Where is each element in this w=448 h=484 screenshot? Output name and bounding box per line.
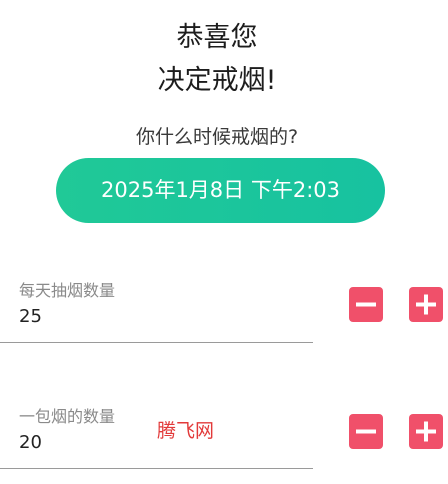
plus-icon — [416, 294, 436, 315]
decision-title: 决定戒烟! — [157, 65, 277, 96]
minus-icon — [356, 429, 376, 434]
minus-icon — [356, 302, 376, 307]
pack-size-decrement-button[interactable] — [349, 414, 383, 449]
daily-cigarettes-decrement-button[interactable] — [349, 287, 383, 322]
quit-date-button[interactable]: 2025年1月8日 下午2:03 — [56, 158, 385, 223]
daily-cigarettes-field[interactable]: 每天抽烟数量 25 — [0, 280, 313, 343]
pack-size-label: 一包烟的数量 — [19, 407, 116, 426]
pack-size-increment-button[interactable] — [409, 414, 443, 449]
congrats-title: 恭喜您 — [176, 22, 258, 53]
pack-size-value[interactable]: 20 — [19, 430, 42, 456]
quit-time-question: 你什么时候戒烟的? — [135, 126, 299, 148]
watermark-text: 腾飞网 — [157, 420, 215, 442]
daily-cigarettes-increment-button[interactable] — [409, 287, 443, 322]
plus-icon — [416, 421, 436, 442]
daily-cigarettes-value[interactable]: 25 — [19, 304, 42, 330]
daily-cigarettes-label: 每天抽烟数量 — [19, 281, 116, 300]
